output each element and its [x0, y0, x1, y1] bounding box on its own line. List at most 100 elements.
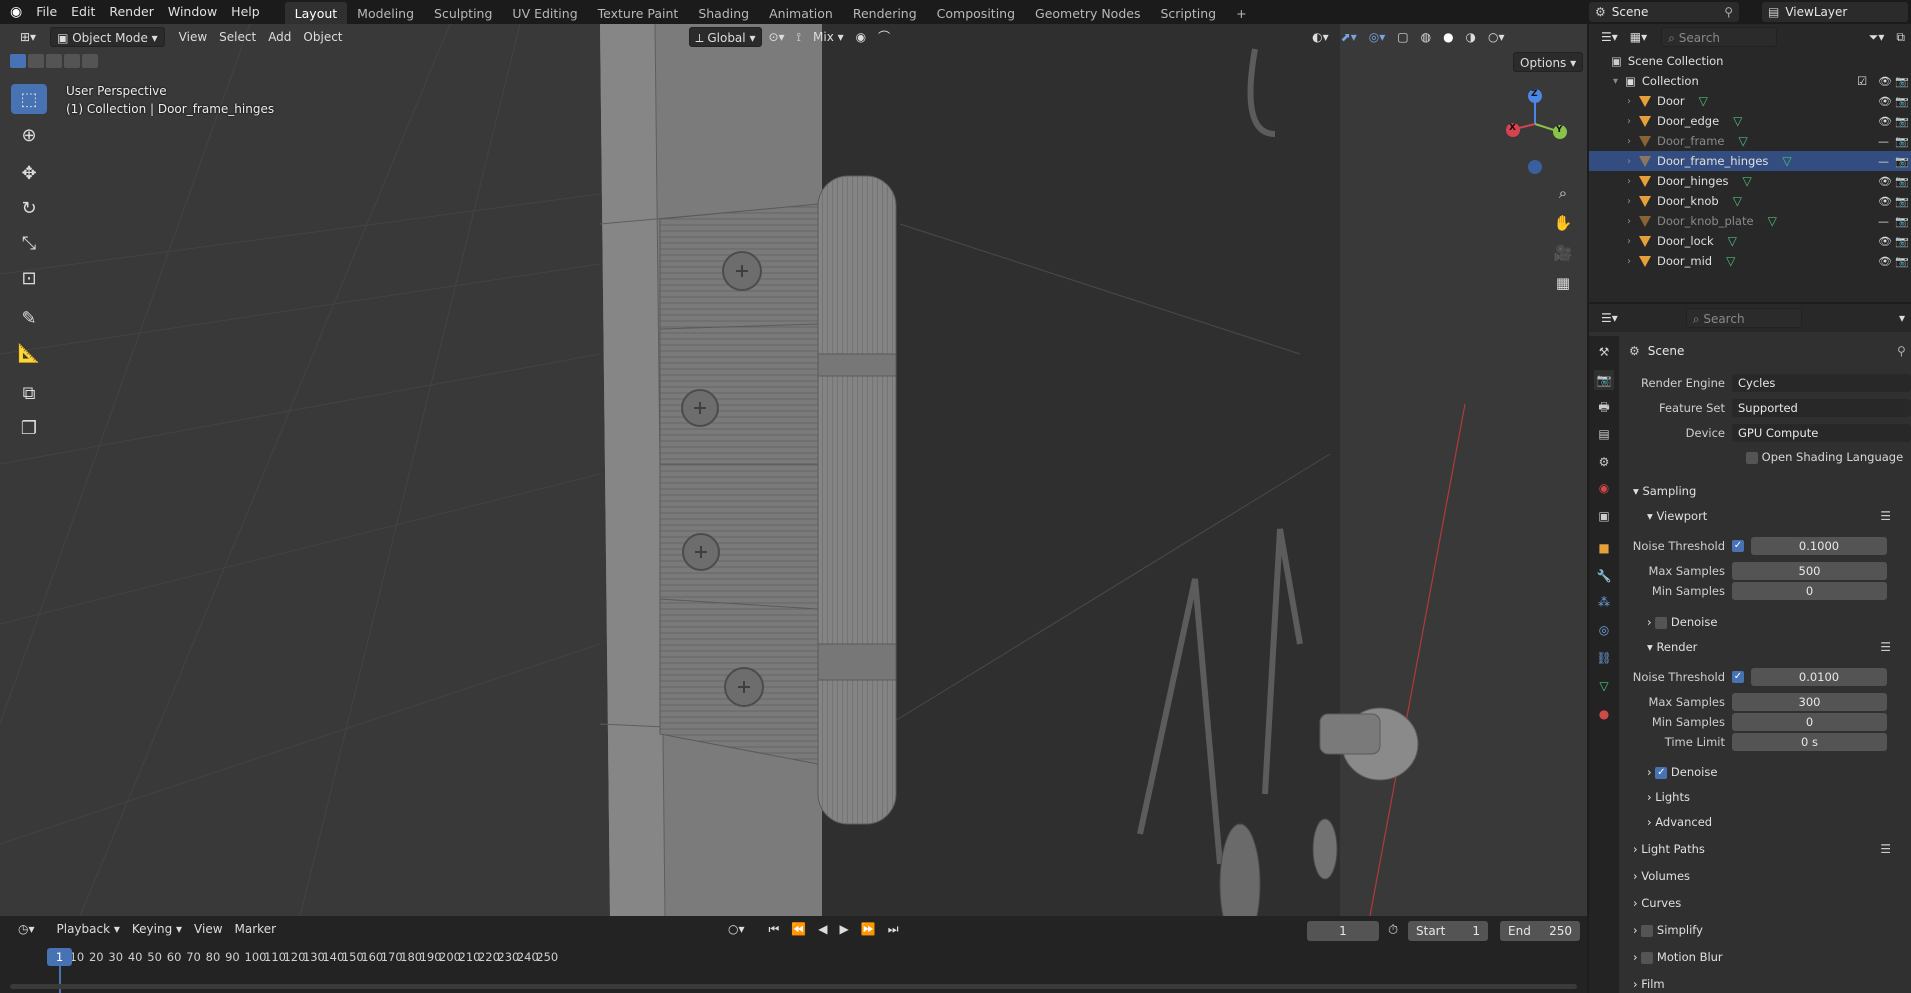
add-cube-tool-icon[interactable]: ⧉ — [11, 378, 47, 408]
eye-icon[interactable]: — — [1878, 135, 1889, 148]
outliner-object-row[interactable]: › Door_hinges ▽ 👁 📷 — [1589, 171, 1911, 191]
eye-icon[interactable]: 👁 — [1878, 255, 1892, 268]
ortho-grid-icon[interactable]: ▦ — [1550, 270, 1576, 296]
3d-viewport[interactable]: ⊞▾ ▣ Object Mode ▾ View Select Add Objec… — [0, 24, 1587, 916]
motion-blur-panel[interactable]: › Motion Blur — [1633, 950, 1723, 964]
expand-icon[interactable]: › — [1627, 236, 1639, 247]
shading-solid-icon[interactable]: ● — [1437, 27, 1459, 47]
cursor-tool-icon[interactable]: ⊕ — [11, 120, 47, 150]
timeline-editor[interactable]: ◷▾ Playback ▾ Keying ▾ View Marker ○▾ ⏮ … — [0, 916, 1587, 993]
xray-icon[interactable]: ▢ — [1391, 27, 1414, 47]
mesh-data-icon[interactable]: ▽ — [1782, 154, 1791, 168]
tool-tab-icon[interactable]: ⚒ — [1594, 342, 1614, 362]
r-denoise-subpanel[interactable]: › ✓ Denoise — [1647, 765, 1717, 779]
tab-uv-editing[interactable]: UV Editing — [502, 2, 587, 24]
world-tab-icon[interactable]: ◉ — [1594, 478, 1614, 498]
vp-denoise-subpanel[interactable]: › Denoise — [1647, 615, 1717, 629]
menu-keying[interactable]: Keying ▾ — [126, 919, 188, 939]
menu-view[interactable]: View — [173, 27, 213, 47]
menu-help[interactable]: Help — [224, 0, 267, 24]
collection-row[interactable]: ▾ ▣ Collection ☑ 👁 📷 — [1589, 71, 1911, 91]
select-invert-icon[interactable] — [64, 54, 80, 68]
expand-icon[interactable]: › — [1627, 176, 1639, 187]
simplify-checkbox[interactable] — [1641, 924, 1654, 937]
expand-icon[interactable]: › — [1627, 156, 1639, 167]
menu-playback[interactable]: Playback ▾ — [51, 919, 126, 939]
render-presets-icon[interactable]: ☰ — [1880, 640, 1891, 654]
mesh-data-icon[interactable]: ▽ — [1726, 254, 1735, 268]
menu-add[interactable]: Add — [262, 27, 297, 47]
auto-key-icon[interactable]: ○▾ — [722, 919, 751, 939]
proportional-edit-icon[interactable]: ◉ — [850, 27, 872, 47]
menu-timeline-view[interactable]: View — [188, 919, 228, 939]
eye-icon[interactable]: 👁 — [1878, 175, 1892, 188]
shading-wireframe-icon[interactable]: ◍ — [1415, 27, 1437, 47]
outliner-editor-type-icon[interactable]: ☰▾ — [1595, 27, 1624, 47]
viewport-presets-icon[interactable]: ☰ — [1880, 509, 1891, 523]
rotate-tool-icon[interactable]: ↻ — [11, 193, 47, 223]
collection-expand-icon[interactable]: ▾ — [1613, 76, 1625, 87]
editor-type-icon[interactable]: ⊞▾ — [14, 27, 42, 47]
outliner-object-row[interactable]: › Door_edge ▽ 👁 📷 — [1589, 111, 1911, 131]
simplify-panel[interactable]: › Simplify — [1633, 923, 1703, 937]
jump-start-icon[interactable]: ⏮ — [763, 919, 786, 939]
sampling-panel-header[interactable]: ▾ Sampling — [1633, 484, 1696, 498]
gizmo-toggle-icon[interactable]: ⬈▾ — [1335, 27, 1363, 47]
object-tab-icon[interactable]: ■ — [1594, 538, 1614, 558]
motion-blur-checkbox[interactable] — [1641, 951, 1654, 964]
pin-icon[interactable]: ⚲ — [1724, 5, 1733, 19]
mesh-data-icon[interactable]: ▽ — [1768, 214, 1777, 228]
tab-scripting[interactable]: Scripting — [1150, 2, 1226, 24]
next-keyframe-icon[interactable]: ⏩ — [855, 919, 882, 939]
shading-rendered-icon[interactable]: ○▾ — [1482, 27, 1511, 47]
transform-orientation-dropdown[interactable]: ⟂ Global ▾ — [688, 27, 763, 47]
expand-icon[interactable]: › — [1627, 116, 1639, 127]
select-new-icon[interactable] — [10, 54, 26, 68]
outliner-search-input[interactable]: ⌕ Search — [1661, 27, 1778, 47]
curves-panel[interactable]: › Curves — [1633, 896, 1681, 910]
vp-max-samples-field[interactable]: 500 — [1732, 562, 1887, 580]
vp-noise-threshold-field[interactable]: 0.1000 — [1751, 537, 1887, 555]
render-subpanel-header[interactable]: ▾ Render — [1647, 640, 1697, 654]
timeline-editor-type-icon[interactable]: ◷▾ — [12, 919, 41, 939]
visibility-icon[interactable]: ◐▾ — [1306, 27, 1335, 47]
mesh-data-icon[interactable]: ▽ — [1743, 174, 1752, 188]
tab-shading[interactable]: Shading — [688, 2, 759, 24]
outliner-object-row[interactable]: › Door_frame_hinges ▽ — 📷 — [1589, 151, 1911, 171]
zoom-icon[interactable]: ⌕ — [1550, 180, 1576, 206]
camera-icon[interactable]: 📷 — [1895, 235, 1909, 248]
outliner-object-row[interactable]: › Door_lock ▽ 👁 📷 — [1589, 231, 1911, 251]
film-panel[interactable]: › Film — [1633, 977, 1665, 991]
eye-icon[interactable]: 👁 — [1878, 95, 1892, 108]
filter-icon[interactable]: ⏷▾ — [1863, 27, 1891, 47]
eye-icon[interactable]: 👁 — [1878, 195, 1892, 208]
outliner-object-row[interactable]: › Door ▽ 👁 📷 — [1589, 91, 1911, 111]
menu-edit[interactable]: Edit — [64, 0, 102, 24]
expand-icon[interactable]: › — [1627, 96, 1639, 107]
current-frame-field[interactable]: 1 — [1307, 921, 1379, 941]
device-dropdown[interactable]: GPU Compute — [1732, 424, 1911, 442]
camera-icon[interactable]: 📷 — [1895, 255, 1909, 268]
r-time-limit-field[interactable]: 0 s — [1732, 733, 1887, 751]
tab-sculpting[interactable]: Sculpting — [424, 2, 502, 24]
menu-select[interactable]: Select — [213, 27, 262, 47]
render-engine-dropdown[interactable]: Cycles — [1732, 374, 1911, 392]
expand-icon[interactable]: › — [1627, 196, 1639, 207]
blender-logo-icon[interactable]: ◉ — [0, 0, 29, 24]
view-layer-tab-icon[interactable]: ▤ — [1594, 424, 1614, 444]
collection-checkbox-icon[interactable]: ☑ — [1857, 74, 1867, 88]
volumes-panel[interactable]: › Volumes — [1633, 869, 1690, 883]
camera-icon[interactable]: 📷 — [1895, 155, 1909, 168]
feature-set-dropdown[interactable]: Supported — [1732, 399, 1911, 417]
tab-texture-paint[interactable]: Texture Paint — [588, 2, 689, 24]
start-frame-field[interactable]: Start 1 — [1408, 921, 1488, 941]
prev-keyframe-icon[interactable]: ⏪ — [785, 919, 812, 939]
camera-icon[interactable]: 📷 — [1895, 195, 1909, 208]
eye-icon[interactable]: — — [1878, 215, 1889, 228]
lights-subpanel[interactable]: › Lights — [1647, 790, 1690, 804]
display-mode-icon[interactable]: ▦▾ — [1624, 27, 1653, 47]
camera-icon[interactable]: 📷 — [1895, 75, 1909, 88]
render-tab-icon[interactable]: 📷 — [1594, 370, 1614, 390]
output-tab-icon[interactable]: 🖶 — [1594, 398, 1614, 418]
select-extend-icon[interactable] — [28, 54, 44, 68]
